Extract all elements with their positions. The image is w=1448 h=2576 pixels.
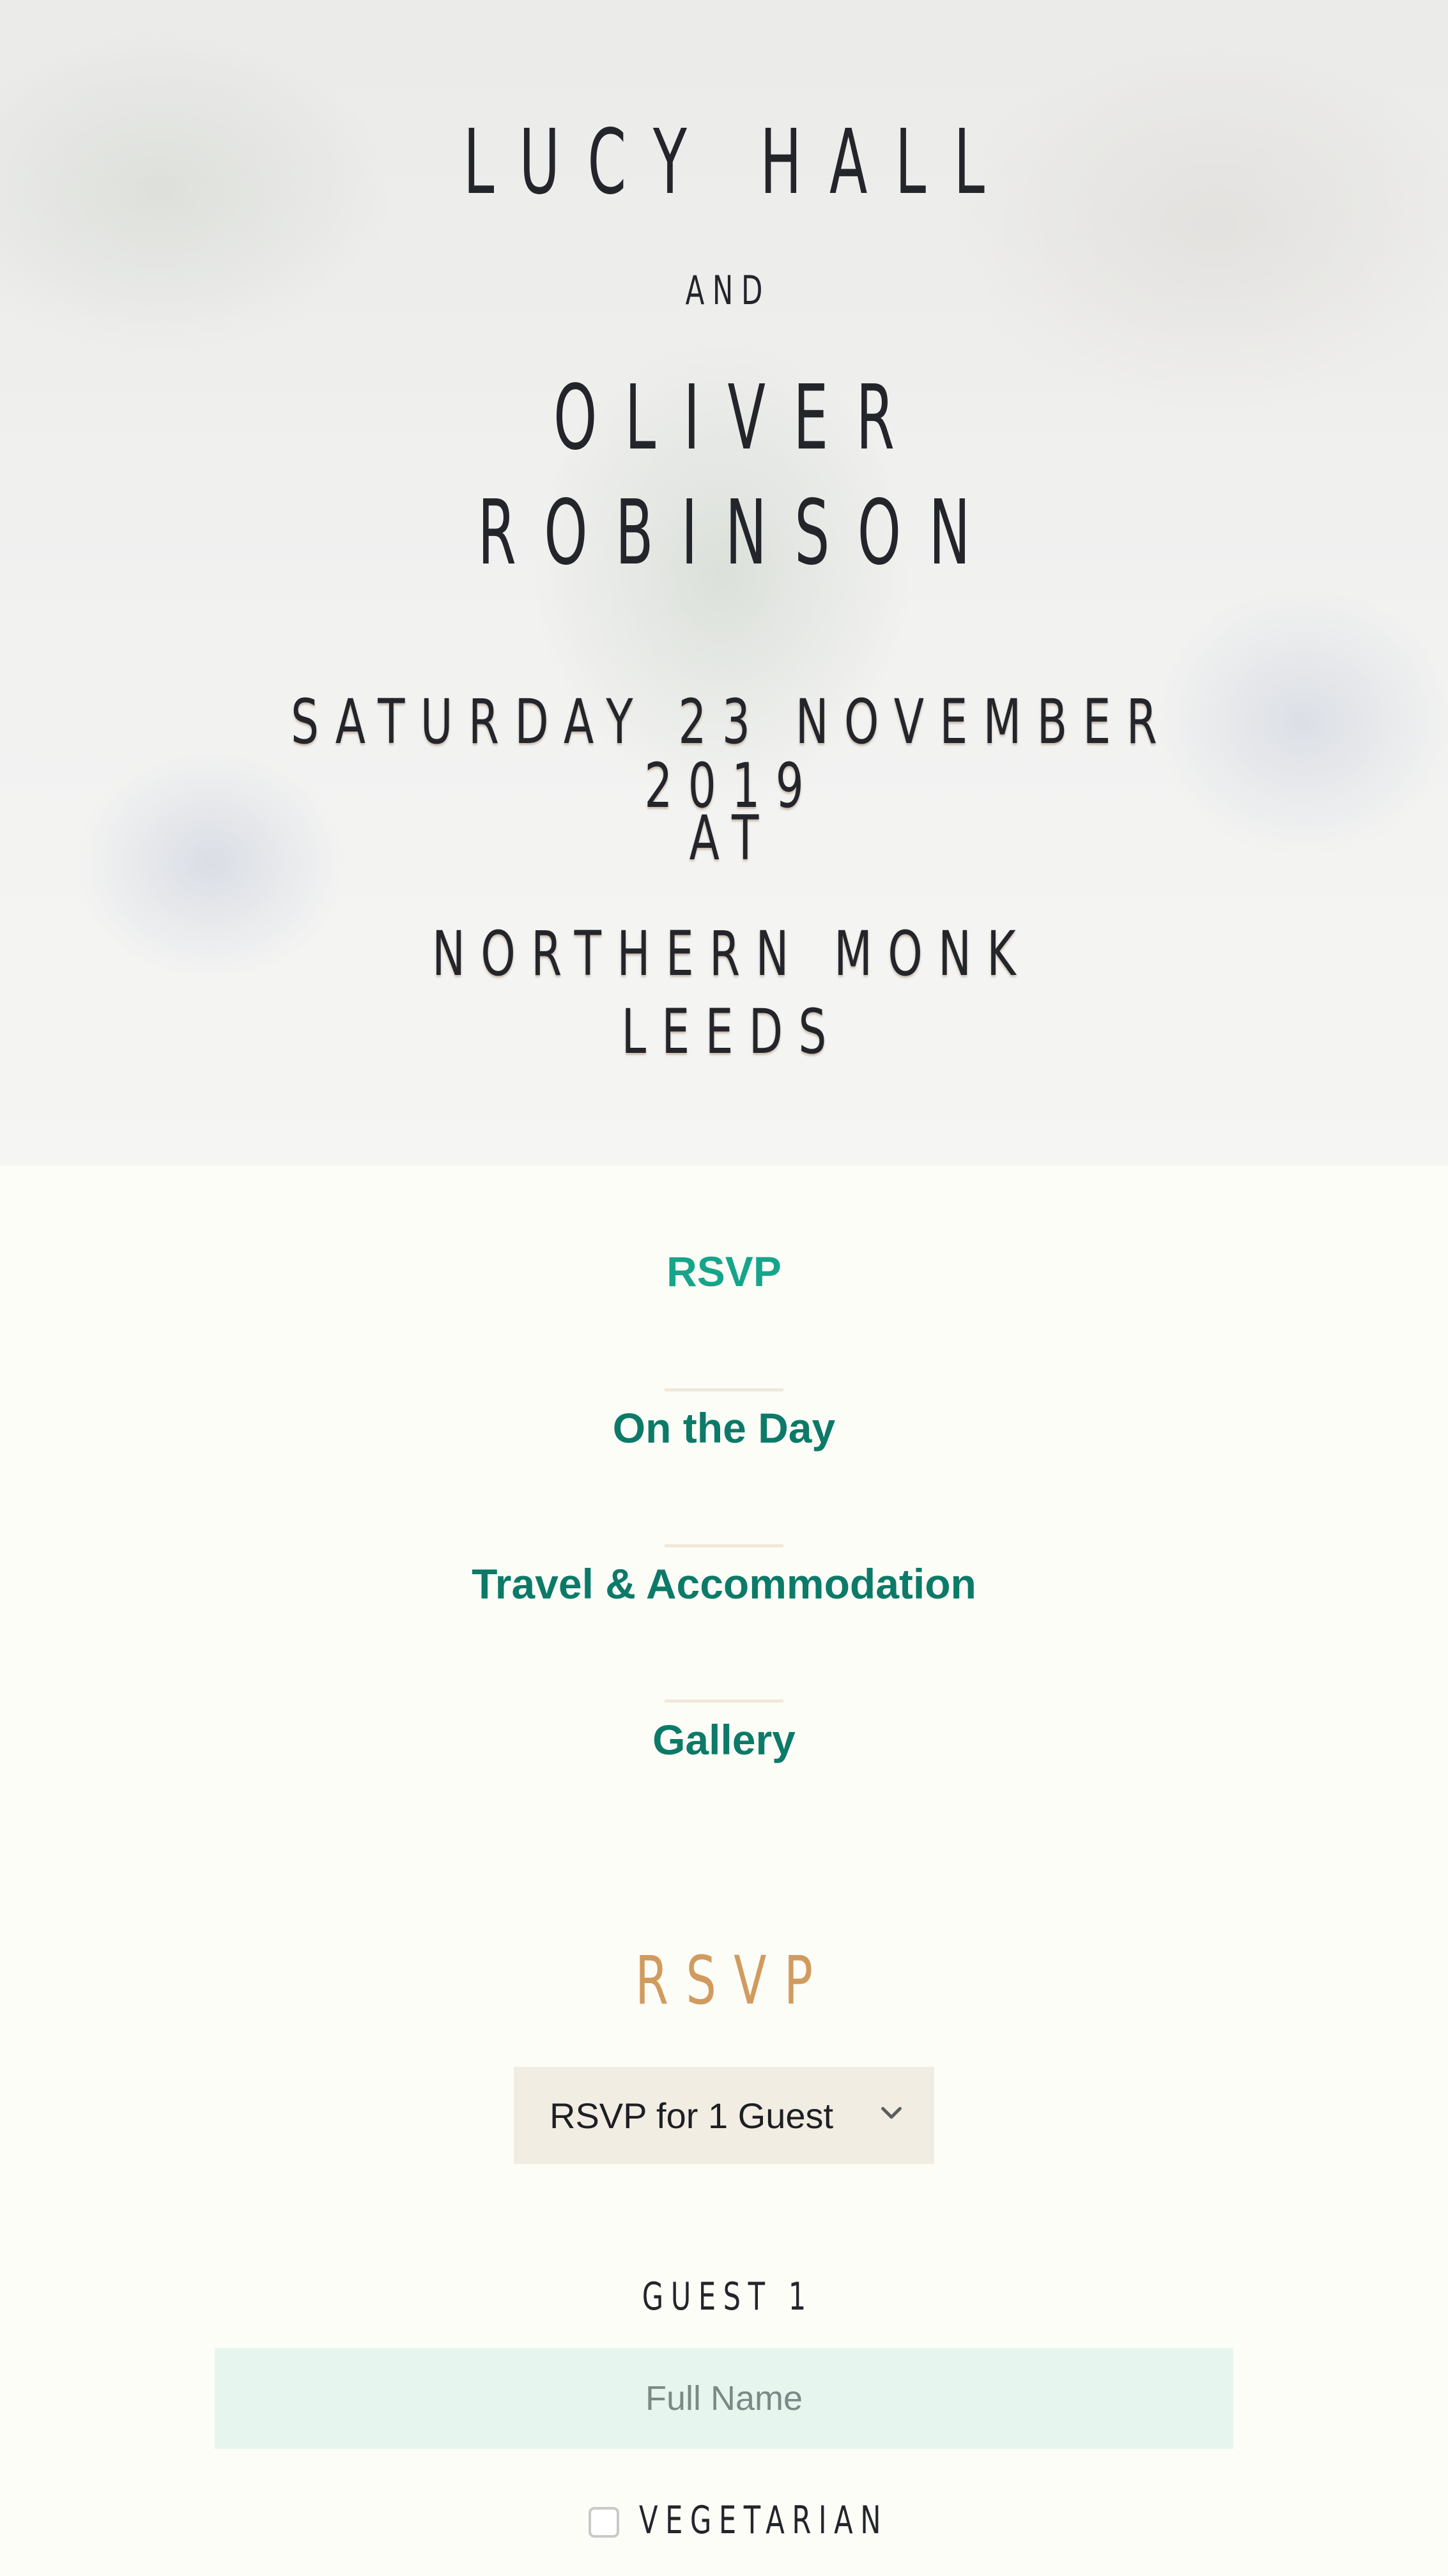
- guest-count-select[interactable]: RSVP for 1 Guest: [514, 2067, 934, 2164]
- guest-1-label: GUEST 1: [642, 2274, 813, 2319]
- wedding-date: SATURDAY 23 NOVEMBER 2019: [291, 686, 1173, 822]
- nav-link-travel-accommodation[interactable]: Travel & Accommodation: [0, 1552, 1448, 1616]
- nav-link-on-the-day[interactable]: On the Day: [0, 1396, 1448, 1460]
- rsvp-heading: RSVP: [635, 1942, 831, 2020]
- hero-banner: LUCY HALL AND OLIVER ROBINSON SATURDAY 2…: [0, 0, 1448, 1166]
- nav-divider: [665, 1388, 783, 1392]
- venue-name: NORTHERN MONK: [432, 918, 1032, 990]
- vegetarian-option: VEGETARIAN: [0, 2492, 1448, 2549]
- nav-link-gallery[interactable]: Gallery: [0, 1708, 1448, 1772]
- nav-divider: [665, 1544, 783, 1547]
- wedding-page: LUCY HALL AND OLIVER ROBINSON SATURDAY 2…: [0, 0, 1448, 2576]
- groom-name: OLIVER ROBINSON: [477, 366, 998, 585]
- vegetarian-label[interactable]: VEGETARIAN: [639, 2492, 888, 2549]
- at-text: AT: [689, 802, 774, 874]
- nav-link-rsvp[interactable]: RSVP: [0, 1239, 1448, 1303]
- full-name-input[interactable]: [215, 2348, 1233, 2449]
- and-text: AND: [685, 267, 771, 314]
- bride-name: LUCY HALL: [463, 111, 1013, 215]
- vegetarian-checkbox[interactable]: [589, 2507, 619, 2538]
- nav-divider: [665, 1699, 783, 1703]
- venue-city: LEEDS: [621, 996, 842, 1068]
- chevron-down-icon: [881, 2106, 902, 2119]
- guest-count-selected-value: RSVP for 1 Guest: [550, 2095, 834, 2136]
